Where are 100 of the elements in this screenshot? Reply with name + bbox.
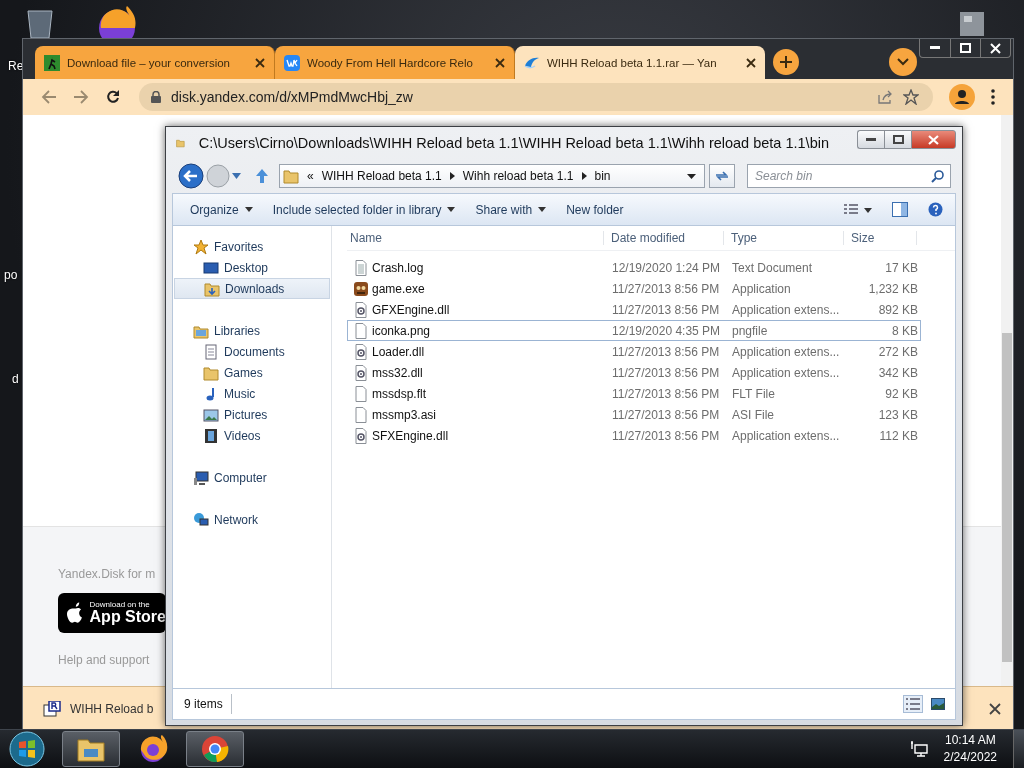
close-icon[interactable] bbox=[495, 57, 505, 68]
breadcrumb-item[interactable]: Wihh reload beta 1.1 bbox=[462, 169, 574, 183]
file-type: FLT File bbox=[731, 386, 776, 401]
archive-file-icon[interactable] bbox=[43, 701, 61, 717]
star-icon[interactable] bbox=[903, 89, 919, 105]
desktop-icon-label[interactable]: Re bbox=[8, 59, 24, 73]
help-icon[interactable] bbox=[928, 202, 943, 217]
file-type: Text Document bbox=[731, 260, 814, 275]
date-modified: 12/19/2020 4:35 PM bbox=[611, 323, 722, 338]
refresh-button[interactable] bbox=[709, 164, 735, 188]
address-bar[interactable]: « WIHH Reload beta 1.1 Wihh reload beta 1.1 bin bbox=[279, 164, 705, 188]
date-modified: 11/27/2013 8:56 PM bbox=[611, 428, 721, 443]
browser-tab[interactable]: Download file – your conversion bbox=[35, 46, 275, 79]
column-header[interactable]: Type bbox=[724, 231, 844, 245]
breadcrumb-overflow[interactable]: « bbox=[307, 169, 314, 183]
details-view-icon[interactable] bbox=[903, 695, 923, 713]
file-size: 112 KB bbox=[878, 428, 918, 443]
firefox-icon bbox=[138, 734, 168, 764]
file-row[interactable]: mss32.dll 11/27/2013 8:56 PM Application extens... 342 KB bbox=[347, 362, 921, 383]
window-title: C:\Users\Cirno\Downloads\WIHH Reload beta 1.1\WIHH Reload beta 1.1\Wihh reload beta 1.1\bin bbox=[198, 135, 829, 151]
back-button[interactable] bbox=[178, 163, 204, 189]
nav-pane-item[interactable]: Documents bbox=[173, 341, 331, 362]
nav-pane-item[interactable]: Downloads bbox=[174, 278, 330, 299]
nav-pane-item[interactable]: Favorites bbox=[173, 236, 331, 257]
file-row[interactable]: Loader.dll 11/27/2013 8:56 PM Application extens... 272 KB bbox=[347, 341, 921, 362]
file-row[interactable]: SFXEngine.dll 11/27/2013 8:56 PM Application extens... 112 KB bbox=[347, 425, 921, 446]
nav-pane-item[interactable]: Pictures bbox=[173, 404, 331, 425]
close-icon bbox=[928, 134, 939, 145]
taskbar-button[interactable] bbox=[62, 731, 120, 767]
column-header[interactable]: Size bbox=[844, 231, 917, 245]
column-header[interactable]: Date modified bbox=[604, 231, 724, 245]
search-field[interactable]: Search bin bbox=[747, 164, 951, 188]
nav-pane-item[interactable]: Computer bbox=[173, 467, 331, 488]
breadcrumb-item[interactable]: WIHH Reload beta 1.1 bbox=[321, 169, 442, 183]
nav-pane-item[interactable]: Videos bbox=[173, 425, 331, 446]
nav-pane-item[interactable]: Desktop bbox=[173, 257, 331, 278]
file-row[interactable]: mssdsp.flt 11/27/2013 8:56 PM FLT File 92 KB bbox=[347, 383, 921, 404]
chevron-right-icon[interactable] bbox=[449, 172, 455, 180]
close-icon[interactable] bbox=[989, 703, 1001, 715]
close-icon[interactable] bbox=[255, 57, 265, 68]
nav-pane-item[interactable]: Network bbox=[173, 509, 331, 530]
file-size: 8 KB bbox=[891, 323, 918, 338]
download-file-name[interactable]: WIHH Reload b bbox=[70, 702, 154, 716]
file-row[interactable]: mssmp3.asi 11/27/2013 8:56 PM ASI File 123 KB bbox=[347, 404, 921, 425]
maximize-button[interactable] bbox=[884, 130, 911, 149]
preview-pane-icon[interactable] bbox=[892, 202, 908, 217]
file-size: 92 KB bbox=[884, 386, 918, 401]
file-name: SFXEngine.dll bbox=[372, 428, 449, 443]
minimize-icon bbox=[866, 137, 876, 142]
address-bar[interactable]: disk.yandex.com/d/xMPmdMwcHbj_zw bbox=[139, 83, 933, 111]
desktop-icon-label[interactable]: d bbox=[12, 372, 19, 386]
minimize-button[interactable] bbox=[857, 130, 884, 149]
promo-text: Yandex.Disk for m bbox=[58, 567, 156, 581]
browser-tab[interactable]: WIHH Reload beta 1.1.rar — Yan bbox=[515, 46, 765, 79]
date-modified: 11/27/2013 8:56 PM bbox=[611, 365, 721, 380]
toolbar-button[interactable]: New folder bbox=[566, 202, 624, 217]
share-icon[interactable] bbox=[877, 89, 893, 105]
nav-pane-item[interactable]: Libraries bbox=[173, 320, 331, 341]
date-modified: 11/27/2013 8:56 PM bbox=[611, 302, 721, 317]
menu-icon[interactable] bbox=[991, 89, 995, 105]
up-arrow-icon[interactable] bbox=[255, 168, 269, 184]
caret-icon[interactable] bbox=[687, 173, 696, 179]
file-type: Application extens... bbox=[731, 302, 841, 317]
scrollbar[interactable] bbox=[1001, 115, 1013, 686]
file-size: 123 KB bbox=[877, 407, 918, 422]
minimize-icon bbox=[930, 46, 940, 50]
text-file-icon bbox=[353, 259, 369, 276]
back-arrow-icon[interactable] bbox=[41, 89, 57, 105]
file-row[interactable]: iconka.png 12/19/2020 4:35 PM pngfile 8 KB bbox=[347, 320, 921, 341]
toolbar-button[interactable]: Share with bbox=[475, 202, 547, 217]
forward-arrow-icon[interactable] bbox=[73, 89, 89, 105]
file-row[interactable]: Crash.log 12/19/2020 1:24 PM Text Document 17 KB bbox=[347, 257, 921, 278]
profile-icon[interactable] bbox=[949, 84, 975, 110]
file-size: 1,232 KB bbox=[867, 281, 918, 296]
column-header[interactable]: Name bbox=[347, 231, 604, 245]
file-row[interactable]: game.exe 11/27/2013 8:56 PM Application 1,232 KB bbox=[347, 278, 921, 299]
show-desktop-button[interactable] bbox=[1013, 730, 1024, 768]
view-options-icon[interactable] bbox=[844, 203, 872, 216]
browser-tab[interactable]: Woody From Hell Hardcore Relo bbox=[275, 46, 515, 79]
nav-pane-item[interactable]: Games bbox=[173, 362, 331, 383]
tab-search-button[interactable] bbox=[889, 48, 917, 76]
date-modified: 11/27/2013 8:56 PM bbox=[611, 281, 721, 296]
picture-icon[interactable] bbox=[931, 698, 945, 710]
nav-pane-item[interactable]: Music bbox=[173, 383, 331, 404]
close-icon[interactable] bbox=[746, 57, 756, 68]
network-icon[interactable] bbox=[909, 740, 928, 758]
document-icon bbox=[203, 343, 219, 360]
taskbar-button[interactable] bbox=[186, 731, 244, 767]
desktop-icon-label[interactable]: po bbox=[4, 268, 18, 282]
breadcrumb-item[interactable]: bin bbox=[594, 169, 611, 183]
new-tab-button[interactable] bbox=[773, 49, 799, 75]
clock[interactable]: 10:14 AM 2/24/2022 bbox=[943, 732, 997, 766]
search-icon[interactable] bbox=[931, 170, 944, 183]
toolbar-button[interactable]: Include selected folder in library bbox=[272, 202, 456, 217]
chevron-right-icon[interactable] bbox=[581, 172, 587, 180]
app-store-badge[interactable]: Download on the App Store bbox=[58, 593, 166, 633]
reload-icon[interactable] bbox=[105, 89, 121, 105]
toolbar-button[interactable]: Organize bbox=[190, 202, 253, 217]
file-row[interactable]: GFXEngine.dll 11/27/2013 8:56 PM Application extens... 892 KB bbox=[347, 299, 921, 320]
start-button[interactable] bbox=[8, 730, 46, 768]
